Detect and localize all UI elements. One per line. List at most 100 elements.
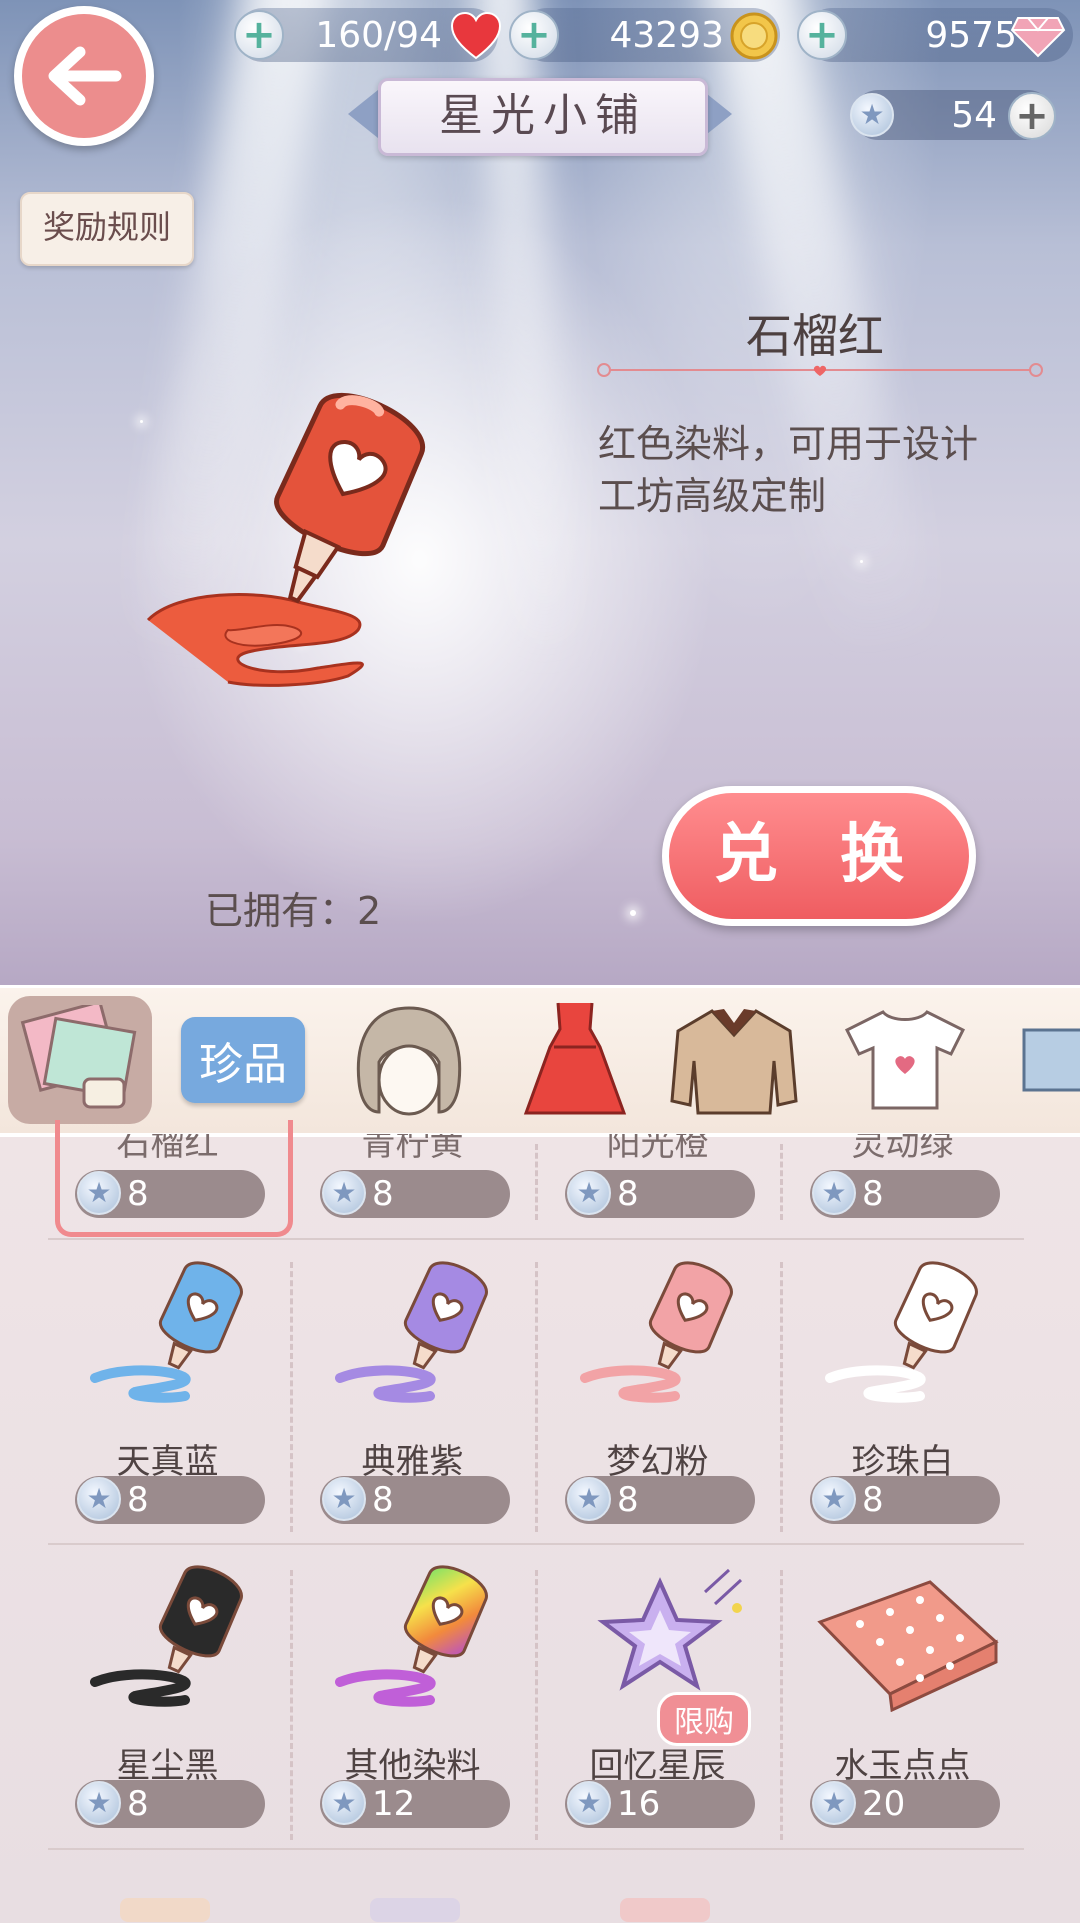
item-description-line-1: 红色染料，可用于设计 [598, 422, 979, 466]
row-divider [48, 1848, 1024, 1850]
item-price-value: 20 [862, 1784, 906, 1824]
polka-dot-fabric-icon [817, 1580, 999, 1712]
diamond-value: 9575 [925, 14, 1017, 56]
purple-star-icon [597, 1568, 743, 1691]
tab-rare[interactable]: 珍品 [178, 996, 308, 1124]
item-label: 青柠黄 [361, 1134, 464, 1164]
add-diamond-button[interactable]: + [797, 10, 847, 60]
star-coin-icon: ★ [322, 1171, 366, 1215]
diamond-icon [1010, 17, 1066, 58]
grid-item-memory-stars[interactable]: 限购 回忆星辰 ★ 16 [535, 1562, 780, 1832]
tab-rare-label: 珍品 [181, 1017, 305, 1103]
gold-coin-icon [730, 12, 778, 60]
back-button[interactable] [14, 6, 154, 146]
item-price-value: 8 [617, 1174, 639, 1214]
page-title: 星光小铺 [378, 78, 708, 156]
item-price-value: 8 [127, 1784, 149, 1824]
star-coin-icon: ★ [322, 1781, 366, 1825]
item-label: 石榴红 [116, 1134, 219, 1164]
exchange-button[interactable]: 兑 换 [662, 786, 976, 926]
item-price-value: 8 [127, 1480, 149, 1520]
tab-bottom[interactable] [1010, 996, 1080, 1124]
item-price-value: 8 [372, 1480, 394, 1520]
stamina-value: 160/94 [315, 14, 442, 56]
grid-item-pomegranate-red[interactable]: 石榴红 ★ 8 [45, 1134, 290, 1234]
item-price: ★ 8 [565, 1170, 755, 1218]
item-price-value: 8 [617, 1480, 639, 1520]
item-price: ★ 8 [810, 1170, 1000, 1218]
item-label: 阳光橙 [606, 1134, 709, 1164]
gold-value: 43293 [609, 14, 724, 56]
item-name: 石榴红 [746, 309, 884, 363]
row-divider [48, 1543, 1024, 1545]
blue-dye-bottle-icon [90, 1261, 243, 1403]
star-coin-icon: ★ [567, 1171, 611, 1215]
grid-item-dreamy-pink[interactable]: 梦幻粉 ★ 8 [535, 1258, 780, 1528]
owned-count: 已拥有：2 [205, 889, 382, 933]
tab-top[interactable] [840, 996, 970, 1124]
purple-dye-bottle-icon [335, 1261, 488, 1403]
grid-item-lime-yellow[interactable]: 青柠黄 ★ 8 [290, 1134, 535, 1234]
star-coin-icon: ★ [567, 1477, 611, 1521]
row-divider [48, 1238, 1024, 1240]
tab-coat[interactable] [670, 996, 800, 1124]
grid-item-pearl-white[interactable]: 珍珠白 ★ 8 [780, 1258, 1025, 1528]
reward-rules-button[interactable]: 奖励规则 [20, 192, 194, 266]
star-coin-icon: ★ [812, 1781, 856, 1825]
item-price: ★ 8 [75, 1780, 265, 1828]
grid-item-other-dyes[interactable]: 其他染料 ★ 12 [290, 1562, 535, 1832]
tab-fabric[interactable] [8, 996, 152, 1124]
item-price: ★ 8 [810, 1476, 1000, 1524]
tab-hair[interactable] [344, 996, 474, 1124]
pink-dye-bottle-icon [580, 1261, 733, 1403]
heart-icon [450, 12, 502, 60]
item-price-value: 8 [862, 1174, 884, 1214]
tshirt-icon [844, 1010, 966, 1110]
item-price: ★ 8 [320, 1476, 510, 1524]
tab-dress[interactable] [510, 996, 640, 1124]
star-coin-icon: ★ [850, 93, 894, 137]
rainbow-dye-bottle-icon [335, 1565, 488, 1707]
item-price: ★ 16 [565, 1780, 755, 1828]
jeans-icon [1022, 1028, 1080, 1092]
item-price-value: 8 [127, 1174, 149, 1214]
item-price: ★ 8 [75, 1476, 265, 1524]
item-price-value: 8 [372, 1174, 394, 1214]
red-dye-bottle-icon [146, 393, 426, 687]
item-price: ★ 20 [810, 1780, 1000, 1828]
ornament-divider [597, 363, 1043, 377]
star-coin-icon: ★ [77, 1477, 121, 1521]
fabric-swatch-icon [20, 1005, 137, 1109]
item-label: 灵动绿 [851, 1134, 954, 1164]
grid-item-elegant-purple[interactable]: 典雅紫 ★ 8 [290, 1258, 535, 1528]
item-price: ★ 8 [320, 1170, 510, 1218]
category-tabs: 珍品 [0, 985, 1080, 1136]
item-price: ★ 8 [75, 1170, 265, 1218]
black-dye-bottle-icon [90, 1565, 243, 1707]
coat-icon [670, 1009, 798, 1115]
next-row-preview [120, 1892, 940, 1922]
item-price: ★ 12 [320, 1780, 510, 1828]
grid-item-polka-dots[interactable]: 水玉点点 ★ 20 [780, 1562, 1025, 1832]
arrow-left-icon [48, 46, 122, 106]
add-gold-button[interactable]: + [509, 10, 559, 60]
grid-item-lively-green[interactable]: 灵动绿 ★ 8 [780, 1134, 1025, 1234]
star-coin-icon: ★ [77, 1781, 121, 1825]
white-dye-bottle-icon [825, 1261, 978, 1403]
item-price-value: 16 [617, 1784, 661, 1824]
add-star-button[interactable]: + [1008, 92, 1056, 140]
item-description: 红色染料，可用于设计 工坊高级定制 [598, 418, 1038, 522]
star-coin-icon: ★ [567, 1781, 611, 1825]
item-price-value: 12 [372, 1784, 416, 1824]
item-price-value: 8 [862, 1480, 884, 1520]
grid-item-innocent-blue[interactable]: 天真蓝 ★ 8 [45, 1258, 290, 1528]
star-counter-icon-holder: ★ [848, 92, 894, 140]
item-description-line-2: 工坊高级定制 [598, 474, 827, 518]
star-coin-icon: ★ [812, 1171, 856, 1215]
star-value: 54 [951, 94, 997, 136]
hair-icon [356, 1006, 462, 1116]
grid-item-stardust-black[interactable]: 星尘黑 ★ 8 [45, 1562, 290, 1832]
dress-icon [523, 1002, 627, 1115]
grid-item-sunny-orange[interactable]: 阳光橙 ★ 8 [535, 1134, 780, 1234]
add-stamina-button[interactable]: + [234, 10, 284, 60]
